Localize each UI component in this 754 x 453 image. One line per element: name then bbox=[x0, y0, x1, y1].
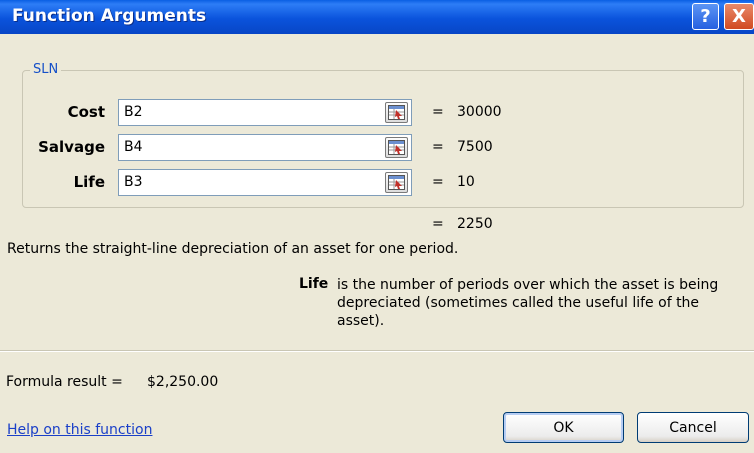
collapse-dialog-icon bbox=[388, 140, 405, 155]
ok-label: OK bbox=[553, 419, 574, 436]
function-name: SLN bbox=[30, 62, 62, 77]
cancel-button[interactable]: Cancel bbox=[637, 412, 749, 443]
help-link[interactable]: Help on this function bbox=[7, 422, 152, 438]
cost-input[interactable]: B2 bbox=[118, 99, 412, 126]
life-ref-button[interactable] bbox=[385, 172, 408, 193]
title-bar[interactable]: Function Arguments ? X bbox=[0, 0, 754, 34]
formula-result-label: Formula result = bbox=[6, 374, 123, 390]
question-icon: ? bbox=[700, 6, 711, 27]
cost-ref-button[interactable] bbox=[385, 102, 408, 123]
help-button[interactable]: ? bbox=[692, 3, 719, 30]
total-equals: = bbox=[432, 216, 444, 232]
cancel-label: Cancel bbox=[669, 419, 717, 436]
arg-label-salvage: Salvage bbox=[38, 138, 105, 156]
help-argument-text: is the number of periods over which the … bbox=[337, 277, 719, 329]
salvage-ref-button[interactable] bbox=[385, 137, 408, 158]
close-button[interactable]: X bbox=[724, 3, 754, 30]
arg-label-cost: Cost bbox=[67, 103, 105, 121]
separator bbox=[0, 350, 754, 352]
function-arguments-dialog: Function Arguments ? X SLN Cost B2 = 300… bbox=[0, 0, 754, 453]
formula-result-value: $2,250.00 bbox=[147, 374, 219, 390]
life-equals: = bbox=[432, 174, 444, 190]
salvage-input[interactable]: B4 bbox=[118, 134, 412, 161]
window-title: Function Arguments bbox=[12, 6, 207, 26]
cost-equals: = bbox=[432, 104, 444, 120]
salvage-equals: = bbox=[432, 139, 444, 155]
total-result: 2250 bbox=[457, 216, 493, 232]
collapse-dialog-icon bbox=[388, 105, 405, 120]
ok-button[interactable]: OK bbox=[503, 412, 624, 443]
salvage-result: 7500 bbox=[457, 139, 493, 155]
arg-label-life: Life bbox=[73, 173, 105, 191]
life-input[interactable]: B3 bbox=[118, 169, 412, 196]
function-description: Returns the straight-line depreciation o… bbox=[7, 241, 459, 257]
close-icon: X bbox=[732, 6, 746, 27]
help-argument-name: Life bbox=[299, 276, 329, 292]
life-result: 10 bbox=[457, 174, 475, 190]
cost-result: 30000 bbox=[457, 104, 502, 120]
collapse-dialog-icon bbox=[388, 175, 405, 190]
